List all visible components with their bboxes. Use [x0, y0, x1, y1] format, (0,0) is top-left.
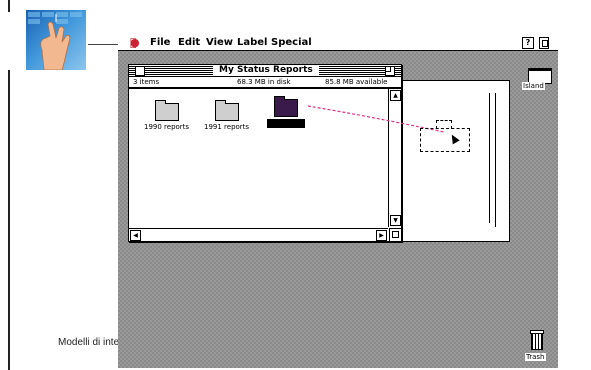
- scroll-left-arrow-icon[interactable]: ◀: [130, 230, 141, 241]
- mac-desktop-screen:  ● File Edit View Label Special ? Islan…: [118, 36, 558, 368]
- slide-rule-left: [8, 70, 10, 370]
- slide-footer-text: Modelli di inter: [58, 337, 123, 348]
- menu-label[interactable]: Label: [237, 37, 268, 48]
- folder-1990-reports[interactable]: 1990 reports: [143, 100, 190, 131]
- hand-logo-icon: [26, 10, 86, 70]
- items-count: 3 items: [133, 78, 160, 86]
- help-icon[interactable]: ?: [522, 37, 534, 49]
- window-divider: [489, 93, 490, 223]
- folder-label: 1991 reports: [204, 123, 250, 131]
- background-window-scrollbar[interactable]: [495, 93, 508, 227]
- application-menu-icon[interactable]: [539, 37, 549, 49]
- finder-window[interactable]: My Status Reports 3 items 68.3 MB in dis…: [128, 64, 402, 242]
- menu-file[interactable]: File: [150, 37, 170, 48]
- resize-box-icon[interactable]: [389, 228, 401, 241]
- horizontal-scrollbar[interactable]: ◀ ▶: [129, 228, 388, 241]
- drag-outline-folder: [420, 128, 470, 152]
- folder-label-selected: [267, 119, 305, 128]
- zoom-box-icon[interactable]: [385, 66, 395, 76]
- folder-1991-reports[interactable]: 1991 reports: [203, 100, 250, 131]
- window-titlebar[interactable]: My Status Reports: [129, 65, 401, 77]
- trash-icon[interactable]: [530, 330, 544, 350]
- menu-view[interactable]: View: [206, 37, 233, 48]
- scroll-right-arrow-icon[interactable]: ▶: [376, 230, 387, 241]
- window-info-bar: 3 items 68.3 MB in disk 85.8 MB availabl…: [129, 77, 401, 89]
- window-content: 1990 reports 1991 reports: [129, 89, 389, 225]
- menu-bar:  ● File Edit View Label Special ?: [118, 36, 558, 51]
- folder-label: 1990 reports: [144, 123, 190, 131]
- scroll-down-arrow-icon[interactable]: ▼: [390, 215, 401, 226]
- menu-special[interactable]: Special: [271, 37, 312, 48]
- disk-usage: 68.3 MB in disk: [237, 78, 291, 86]
- folder-selected[interactable]: [267, 96, 305, 128]
- connector-line: [88, 44, 120, 45]
- folder-icon: [154, 100, 179, 121]
- slide-rule-top: [8, 0, 10, 12]
- folder-icon: [214, 100, 239, 121]
- vertical-scrollbar[interactable]: ▲ ▼: [388, 89, 401, 227]
- menu-edit[interactable]: Edit: [178, 37, 200, 48]
- space-available: 85.8 MB available: [325, 78, 388, 86]
- disk-label[interactable]: Island: [522, 82, 545, 90]
- window-title: My Status Reports: [213, 65, 319, 76]
- folder-icon: [274, 96, 298, 117]
- trash-label[interactable]: Trash: [525, 353, 546, 361]
- apple-menu-glyph[interactable]: ●: [130, 36, 140, 49]
- scroll-up-arrow-icon[interactable]: ▲: [390, 90, 401, 101]
- close-box-icon[interactable]: [135, 66, 145, 76]
